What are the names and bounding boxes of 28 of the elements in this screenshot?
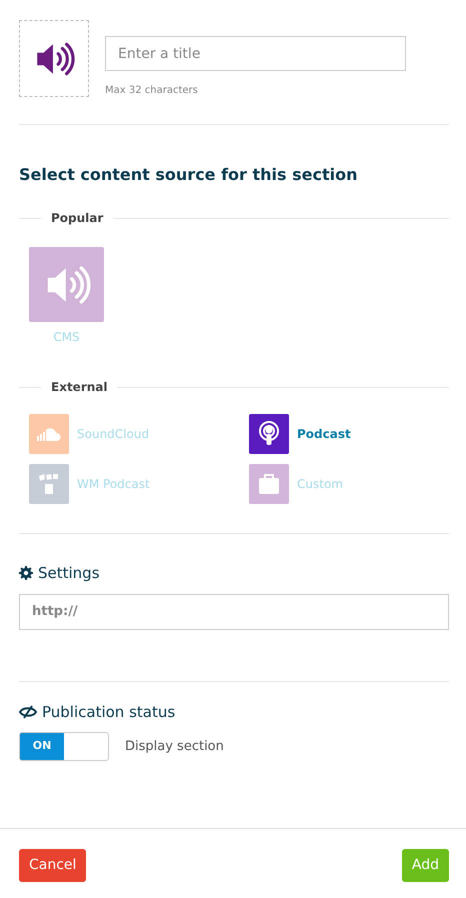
source-label[interactable]: SoundCloud (77, 425, 150, 443)
microphone-icon (257, 420, 281, 448)
source-tile[interactable] (249, 414, 289, 454)
section-heading: Select content source for this section (19, 164, 358, 186)
group-label: Popular (51, 210, 104, 227)
url-field[interactable]: http:// (19, 594, 449, 630)
source-label[interactable]: CMS (53, 328, 80, 346)
source-tile[interactable] (29, 414, 69, 454)
toggle-description: Display section (125, 738, 224, 756)
source-tile[interactable] (249, 464, 289, 504)
group-label: External (51, 379, 108, 396)
toggle-switch[interactable]: ON (19, 732, 109, 761)
settings-heading: Settings (38, 563, 100, 584)
hint-text: Max 32 characters (105, 84, 199, 98)
source-tile[interactable] (29, 464, 69, 504)
source-label[interactable]: WM Podcast (77, 475, 150, 493)
image-placeholder[interactable] (19, 20, 89, 97)
briefcase-icon (257, 473, 281, 495)
title-field[interactable]: Enter a title (105, 36, 406, 71)
source-label[interactable]: Podcast (297, 425, 351, 443)
source-label[interactable]: Custom (297, 475, 343, 493)
add-button[interactable]: Add (402, 849, 449, 882)
settings-icon (19, 566, 33, 580)
cloud-icon (36, 427, 62, 441)
cancel-button[interactable]: Cancel (19, 849, 86, 882)
source-tile[interactable] (29, 247, 104, 322)
publication-heading: Publication status (42, 702, 176, 722)
eye-slash-icon (19, 704, 37, 719)
